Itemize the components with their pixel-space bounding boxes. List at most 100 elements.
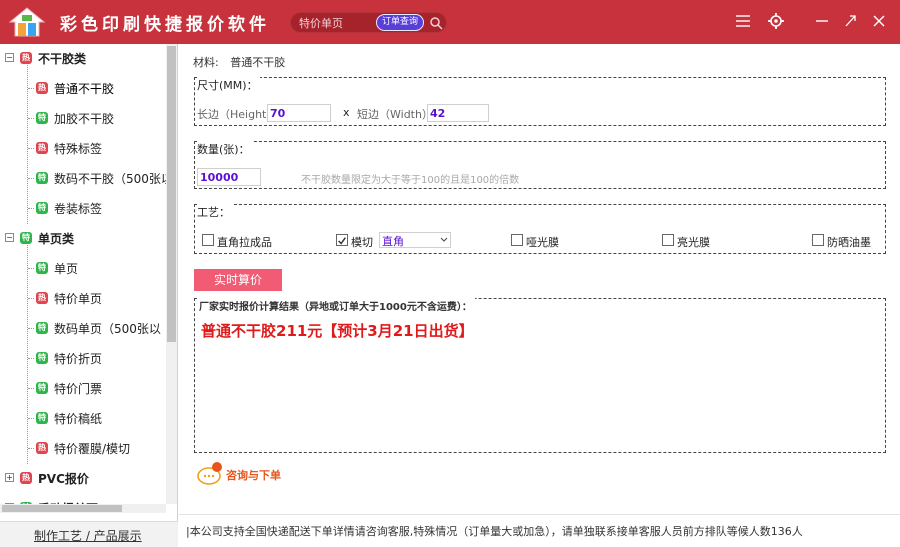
die-cut-checkbox[interactable]: [336, 234, 348, 246]
hot-badge-icon: 热: [36, 82, 48, 94]
uv-ink-checkbox[interactable]: [812, 234, 824, 246]
width-input[interactable]: [427, 104, 489, 122]
product-badge-icon: 特: [36, 412, 48, 424]
quantity-legend: 数量(张)：: [197, 141, 252, 157]
process-group: 工艺： 直角拉成品 模切 直角 哑光膜 亮光膜 防晒油墨: [194, 204, 886, 254]
result-text: 普通不干胶211元【预计3月21日出货】: [201, 322, 474, 340]
tree-connector: [28, 358, 34, 359]
hot-badge-icon: 热: [36, 292, 48, 304]
length-input[interactable]: [267, 104, 331, 122]
sidebar-item-label: 特价门票: [54, 382, 103, 396]
gloss-film-checkbox[interactable]: [662, 234, 674, 246]
result-legend: 厂家实时报价计算结果（异地或订单大于1000元不含运费）：: [199, 298, 475, 313]
corner-select[interactable]: 直角: [379, 232, 451, 248]
sidebar-item-label: 特价覆膜/模切: [54, 442, 131, 456]
craft-showcase-link[interactable]: 制作工艺 / 产品展示: [34, 527, 142, 544]
collapse-icon[interactable]: −: [5, 53, 14, 62]
sidebar-item-label: 特价单页: [54, 292, 103, 306]
die-cut-label: 模切: [351, 236, 373, 249]
sidebar-item-label: 数码不干胶（500张以: [54, 172, 166, 186]
tree-connector: [28, 388, 34, 389]
sidebar-item-5[interactable]: 特卷装标签: [0, 196, 166, 220]
length-label: 长边（Height）: [197, 108, 278, 121]
sidebar-item-12[interactable]: 特特价稿纸: [0, 406, 166, 430]
tree-connector: [28, 118, 34, 119]
tree-connector: [28, 208, 34, 209]
sidebar-item-label: 特价折页: [54, 352, 103, 366]
sidebar-item-7[interactable]: 特单页: [0, 256, 166, 280]
sidebar-category-6[interactable]: − 特单页类: [0, 226, 166, 250]
maximize-icon[interactable]: [840, 11, 860, 31]
sidebar-item-3[interactable]: 热特殊标签: [0, 136, 166, 160]
tree-connector: [28, 418, 34, 419]
product-badge-icon: 特: [20, 232, 32, 244]
calculate-price-button[interactable]: 实时算价: [194, 269, 282, 291]
uv-ink-label: 防晒油墨: [827, 236, 871, 249]
sidebar-item-1[interactable]: 热普通不干胶: [0, 76, 166, 100]
sidebar-horizontal-scrollbar[interactable]: [0, 504, 166, 513]
quantity-group: 数量(张)： 不干胶数量限定为大于等于100的且是100的倍数: [194, 141, 886, 189]
matte-film-label: 哑光膜: [526, 236, 559, 249]
title-bar: 彩色印刷快捷报价软件 订单查询: [0, 0, 900, 44]
minimize-icon[interactable]: [812, 11, 832, 31]
sidebar-item-label: 不干胶类: [38, 52, 87, 66]
sidebar-item-13[interactable]: 热特价覆膜/模切: [0, 436, 166, 460]
product-badge-icon: 特: [36, 382, 48, 394]
sidebar-item-label: 卷装标签: [54, 202, 103, 216]
home-logo-icon: [8, 7, 46, 37]
product-badge-icon: 特: [36, 112, 48, 124]
menu-icon[interactable]: [733, 11, 753, 31]
tree-connector: [28, 88, 34, 89]
order-query-button[interactable]: 订单查询: [376, 14, 424, 31]
close-icon[interactable]: [869, 11, 889, 31]
sidebar-item-9[interactable]: 特数码单页（500张以: [0, 316, 166, 340]
expand-icon[interactable]: +: [5, 473, 14, 482]
search-input[interactable]: [299, 15, 375, 31]
settings-icon[interactable]: [766, 11, 786, 31]
corner-select-value: 直角: [382, 235, 404, 248]
sidebar-category-0[interactable]: − 热不干胶类: [0, 46, 166, 70]
hot-badge-icon: 热: [36, 142, 48, 154]
tree-connector: [28, 268, 34, 269]
matte-film-checkbox[interactable]: [511, 234, 523, 246]
consult-order-label: 咨询与下单: [226, 469, 281, 482]
app-title: 彩色印刷快捷报价软件: [60, 15, 270, 35]
notice-bar: |本公司支持全国快递配送下单详情请咨询客服,特殊情况（订单量大或加急），请单独联…: [179, 514, 900, 547]
main-panel: 材料: 普通不干胶 尺寸(MM)： 长边（Height） x 短边（Width）…: [179, 44, 900, 514]
sidebar-item-11[interactable]: 特特价门票: [0, 376, 166, 400]
material-label: 材料:: [193, 56, 219, 69]
sidebar: − 热不干胶类热普通不干胶特加胶不干胶热特殊标签特数码不干胶（500张以特卷装标签…: [0, 44, 178, 547]
sidebar-item-label: 加胶不干胶: [54, 112, 115, 126]
consult-order-button[interactable]: 咨询与下单: [196, 460, 316, 488]
sidebar-item-10[interactable]: 特特价折页: [0, 346, 166, 370]
sidebar-item-8[interactable]: 热特价单页: [0, 286, 166, 310]
size-group: 尺寸(MM)： 长边（Height） x 短边（Width）: [194, 77, 886, 126]
scrollbar-thumb[interactable]: [2, 505, 122, 512]
notice-text: |本公司支持全国快递配送下单详情请咨询客服,特殊情况（订单量大或加急），请单独联…: [186, 525, 803, 538]
material-value: 普通不干胶: [230, 56, 286, 69]
sidebar-item-label: 特殊标签: [54, 142, 103, 156]
tree-connector: [28, 328, 34, 329]
sidebar-item-label: PVC报价: [38, 472, 89, 486]
tree-connector: [28, 448, 34, 449]
sidebar-category-14[interactable]: + 热 PVC报价: [0, 466, 166, 490]
product-badge-icon: 特: [36, 262, 48, 274]
product-tree: − 热不干胶类热普通不干胶特加胶不干胶热特殊标签特数码不干胶（500张以特卷装标签…: [0, 44, 166, 504]
straight-corner-checkbox[interactable]: [202, 234, 214, 246]
sidebar-vertical-scrollbar[interactable]: [166, 44, 177, 504]
collapse-icon[interactable]: −: [5, 233, 14, 242]
quantity-hint: 不干胶数量限定为大于等于100的且是100的倍数: [301, 175, 520, 186]
sidebar-item-label: 单页类: [38, 232, 75, 246]
tree-connector: [28, 148, 34, 149]
search-icon[interactable]: [429, 16, 443, 30]
sidebar-item-label: 数码单页（500张以: [54, 322, 161, 336]
chat-bubble-icon: [197, 462, 222, 485]
scrollbar-thumb[interactable]: [167, 46, 176, 342]
tree-connector: [28, 178, 34, 179]
quantity-input[interactable]: [197, 168, 261, 186]
sidebar-category-15[interactable]: +特手动报单页: [0, 496, 166, 504]
sidebar-item-2[interactable]: 特加胶不干胶: [0, 106, 166, 130]
search-box: 订单查询: [290, 12, 447, 33]
sidebar-item-4[interactable]: 特数码不干胶（500张以: [0, 166, 166, 190]
product-badge-icon: 特: [36, 202, 48, 214]
